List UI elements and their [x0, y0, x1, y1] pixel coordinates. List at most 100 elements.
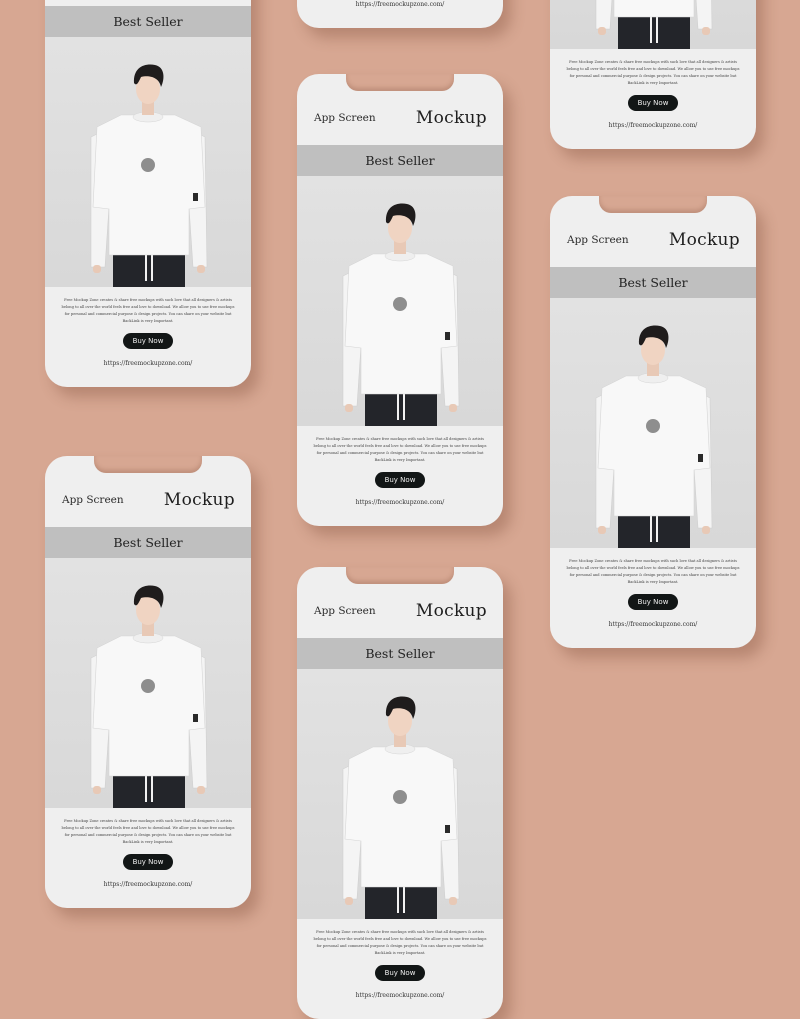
- drawstring: [397, 390, 399, 420]
- phone-right-middle: App Screen Mockup Best Seller Free Mocku…: [550, 196, 756, 648]
- drawstring: [656, 13, 658, 43]
- drawstring: [403, 883, 405, 913]
- left-hand: [345, 897, 353, 905]
- brand-title: Mockup: [415, 601, 487, 621]
- website-link[interactable]: https://freemockupzone.com/: [550, 122, 756, 129]
- description-text: Free Mockup Zone creates & share free mo…: [61, 298, 235, 323]
- best-seller-banner: Best Seller: [297, 145, 503, 176]
- shirt-logo: [646, 419, 660, 433]
- app-header: App Screen Mockup: [45, 473, 251, 527]
- model-illustration: [342, 203, 460, 426]
- buy-now-button[interactable]: Buy Now: [123, 333, 173, 349]
- website-link[interactable]: https://freemockupzone.com/: [297, 992, 503, 999]
- drawstring: [145, 251, 147, 281]
- mockup-canvas: { "background_color": "#d7a792", "screen…: [0, 0, 800, 1019]
- drawstring: [650, 13, 652, 43]
- product-photo[interactable]: [45, 558, 251, 808]
- website-link[interactable]: https://freemockupzone.com/: [45, 360, 251, 367]
- description-text: Free Mockup Zone creates & share free mo…: [566, 559, 740, 584]
- phone-left-top: App Screen Mockup Best Seller Free Mocku…: [45, 0, 251, 387]
- phone-left-bottom: App Screen Mockup Best Seller Free Mocku…: [45, 456, 251, 908]
- phone-right-top: App Screen Mockup Best Seller Free Mocku…: [550, 0, 756, 149]
- app-screen-label: App Screen: [62, 494, 124, 506]
- tshirt: [92, 635, 206, 777]
- best-seller-banner: Best Seller: [297, 638, 503, 669]
- model-illustration: [595, 325, 713, 548]
- tshirt: [597, 375, 711, 517]
- buy-now-button[interactable]: Buy Now: [375, 472, 425, 488]
- phone-notch: [346, 74, 454, 91]
- pants: [365, 391, 437, 426]
- best-seller-banner: Best Seller: [550, 267, 756, 298]
- sleeve-tag: [698, 454, 703, 462]
- product-photo[interactable]: [297, 176, 503, 426]
- left-hand: [598, 27, 606, 35]
- app-screen-label: App Screen: [567, 234, 629, 246]
- app-screen-label: App Screen: [314, 112, 376, 124]
- drawstring: [145, 772, 147, 802]
- product-photo[interactable]: [297, 669, 503, 919]
- best-seller-banner: Best Seller: [45, 527, 251, 558]
- website-link[interactable]: https://freemockupzone.com/: [297, 1, 503, 8]
- pants: [618, 513, 690, 548]
- left-hand: [93, 786, 101, 794]
- tshirt: [92, 114, 206, 256]
- right-hand: [702, 27, 710, 35]
- sleeve-tag: [193, 193, 198, 201]
- right-hand: [449, 897, 457, 905]
- website-link[interactable]: https://freemockupzone.com/: [297, 499, 503, 506]
- brand-title: Mockup: [415, 108, 487, 128]
- drawstring: [151, 772, 153, 802]
- sleeve-tag: [445, 825, 450, 833]
- drawstring: [151, 251, 153, 281]
- model-illustration: [90, 64, 208, 287]
- phone-center-bottom: App Screen Mockup Best Seller Free Mocku…: [297, 567, 503, 1019]
- shirt-logo: [393, 790, 407, 804]
- left-hand: [345, 404, 353, 412]
- right-hand: [197, 786, 205, 794]
- buy-now-button[interactable]: Buy Now: [628, 594, 678, 610]
- phone-notch: [346, 567, 454, 584]
- buy-now-button[interactable]: Buy Now: [375, 965, 425, 981]
- right-hand: [197, 265, 205, 273]
- product-photo[interactable]: [550, 298, 756, 548]
- phone-notch: [599, 196, 707, 213]
- app-header: App Screen Mockup: [550, 213, 756, 267]
- best-seller-banner: Best Seller: [45, 6, 251, 37]
- description-text: Free Mockup Zone creates & share free mo…: [313, 930, 487, 955]
- tshirt: [344, 253, 458, 395]
- website-link[interactable]: https://freemockupzone.com/: [550, 621, 756, 628]
- tshirt: [344, 746, 458, 888]
- description-text: Free Mockup Zone creates & share free mo…: [566, 60, 740, 85]
- website-link[interactable]: https://freemockupzone.com/: [45, 881, 251, 888]
- description-text: Free Mockup Zone creates & share free mo…: [313, 437, 487, 462]
- shirt-logo: [393, 297, 407, 311]
- app-screen-label: App Screen: [314, 605, 376, 617]
- app-header: App Screen Mockup: [297, 91, 503, 145]
- drawstring: [656, 512, 658, 542]
- sleeve-tag: [193, 714, 198, 722]
- pants: [113, 773, 185, 808]
- pants: [113, 252, 185, 287]
- brand-title: Mockup: [668, 230, 740, 250]
- right-hand: [702, 526, 710, 534]
- buy-now-button[interactable]: Buy Now: [123, 854, 173, 870]
- right-hand: [449, 404, 457, 412]
- pants: [365, 884, 437, 919]
- left-sleeve: [595, 0, 613, 30]
- product-photo[interactable]: [45, 37, 251, 287]
- product-photo[interactable]: [550, 0, 756, 49]
- model-illustration: [595, 0, 713, 49]
- app-header: App Screen Mockup: [297, 584, 503, 638]
- left-hand: [93, 265, 101, 273]
- buy-now-button[interactable]: Buy Now: [628, 95, 678, 111]
- drawstring: [397, 883, 399, 913]
- pants: [618, 14, 690, 49]
- phone-center: App Screen Mockup Best Seller Free Mocku…: [297, 74, 503, 526]
- phone-notch: [94, 456, 202, 473]
- model-illustration: [342, 696, 460, 919]
- sleeve-tag: [445, 332, 450, 340]
- drawstring: [403, 390, 405, 420]
- right-sleeve: [695, 0, 713, 30]
- shirt-logo: [141, 679, 155, 693]
